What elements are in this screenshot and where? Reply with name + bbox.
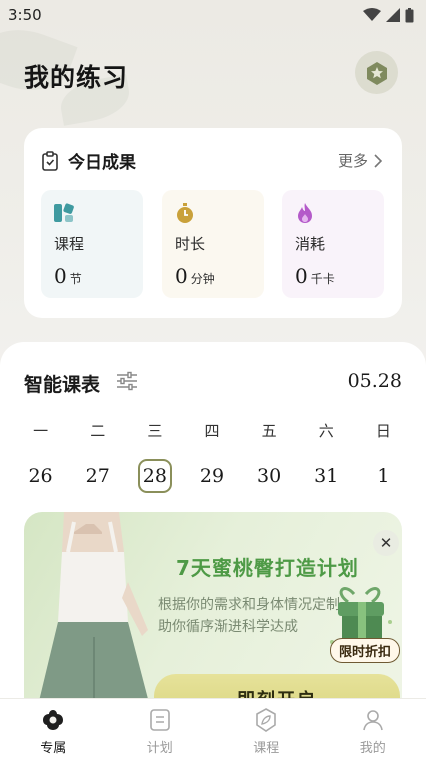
weekday-label: 五 xyxy=(261,422,277,440)
stat-unit: 千卡 xyxy=(310,272,335,286)
stat-tile-course[interactable]: 课程 0 节 xyxy=(41,190,143,298)
plan-icon xyxy=(147,707,173,733)
tab-course[interactable]: 课程 xyxy=(213,699,320,759)
stat-value: 0 节 xyxy=(54,264,82,288)
day-number: 31 xyxy=(314,465,339,487)
stat-number: 0 xyxy=(175,264,188,288)
signal-icon xyxy=(386,8,400,22)
calendar-day[interactable]: 二 27 xyxy=(69,420,126,493)
profile-icon xyxy=(360,707,386,733)
weekday-label: 日 xyxy=(375,422,391,440)
tab-exclusive[interactable]: 专属 xyxy=(0,699,107,759)
bottom-tab-bar: 专属 计划 课程 我的 xyxy=(0,698,426,759)
weekday-label: 一 xyxy=(33,422,49,440)
more-label: 更多 xyxy=(337,152,368,170)
promo-banner[interactable]: 7天蜜桃臀打造计划 根据你的需求和身体情况定制,助你循序渐进科学达成 限时折扣 … xyxy=(24,512,402,722)
stat-value: 0 千卡 xyxy=(295,264,335,288)
today-title: 今日成果 xyxy=(68,153,136,173)
wifi-icon xyxy=(363,8,381,21)
filter-sliders-icon[interactable] xyxy=(116,370,138,392)
day-number: 28 xyxy=(137,459,172,493)
smart-schedule-panel: 智能课表 05.28 一 26 二 27 三 28 四 29 五 30 六 31 xyxy=(0,342,426,759)
tab-label: 我的 xyxy=(359,741,386,756)
tab-plan[interactable]: 计划 xyxy=(107,699,214,759)
page-title: 我的练习 xyxy=(24,63,129,92)
medal-icon xyxy=(366,61,387,85)
flame-icon xyxy=(298,203,312,223)
calendar-day[interactable]: 日 1 xyxy=(355,420,412,493)
calendar-day[interactable]: 四 29 xyxy=(183,420,240,493)
calendar-day-selected[interactable]: 三 28 xyxy=(126,420,183,493)
battery-icon xyxy=(405,7,414,22)
calendar-day[interactable]: 五 30 xyxy=(241,420,298,493)
stat-label: 消耗 xyxy=(295,235,326,253)
schedule-title: 智能课表 xyxy=(24,374,101,396)
stat-tile-calories[interactable]: 消耗 0 千卡 xyxy=(282,190,384,298)
status-bar: 3:50 xyxy=(0,0,426,30)
more-link[interactable]: 更多 xyxy=(338,150,382,171)
today-results-card: 今日成果 更多 课程 0 节 时长 0 分钟 消耗 0 千卡 xyxy=(24,128,402,318)
status-time: 3:50 xyxy=(8,6,42,24)
calendar-day[interactable]: 一 26 xyxy=(12,420,69,493)
weekday-label: 二 xyxy=(90,422,106,440)
tab-label: 课程 xyxy=(253,741,280,756)
stat-unit: 节 xyxy=(69,272,82,286)
day-number: 29 xyxy=(199,465,225,487)
stat-value: 0 分钟 xyxy=(175,264,215,288)
discount-tag: 限时折扣 xyxy=(330,638,401,663)
weekday-label: 六 xyxy=(318,422,334,440)
achievement-badge-button[interactable] xyxy=(355,51,398,94)
exclusive-icon xyxy=(40,707,66,733)
day-number: 26 xyxy=(28,465,53,487)
promo-title: 7天蜜桃臀打造计划 xyxy=(176,556,359,580)
day-number: 27 xyxy=(85,465,110,487)
stopwatch-icon xyxy=(177,203,193,223)
tab-label: 专属 xyxy=(40,741,67,756)
stat-number: 0 xyxy=(54,264,67,288)
day-number: 1 xyxy=(377,465,390,487)
gift-box-icon xyxy=(330,587,392,660)
schedule-date: 05.28 xyxy=(347,370,402,392)
stat-number: 0 xyxy=(295,264,308,288)
stat-tile-duration[interactable]: 时长 0 分钟 xyxy=(162,190,264,298)
weekday-label: 三 xyxy=(147,422,163,440)
course-tab-icon xyxy=(253,707,279,733)
tab-label: 计划 xyxy=(146,741,173,756)
clipboard-check-icon xyxy=(42,150,58,171)
close-icon[interactable]: ✕ xyxy=(373,530,399,556)
week-calendar: 一 26 二 27 三 28 四 29 五 30 六 31 日 1 xyxy=(12,420,412,493)
stat-label: 课程 xyxy=(54,235,85,253)
tab-profile[interactable]: 我的 xyxy=(320,699,426,759)
fitness-model-image xyxy=(34,512,154,722)
calendar-day[interactable]: 六 31 xyxy=(298,420,355,493)
day-number: 30 xyxy=(257,465,282,487)
weekday-label: 四 xyxy=(204,422,220,440)
stat-label: 时长 xyxy=(175,235,206,253)
today-header: 今日成果 xyxy=(40,148,136,173)
status-icons xyxy=(363,7,414,23)
course-icon xyxy=(54,203,74,222)
chevron-right-icon xyxy=(374,153,382,168)
stat-unit: 分钟 xyxy=(190,272,215,286)
